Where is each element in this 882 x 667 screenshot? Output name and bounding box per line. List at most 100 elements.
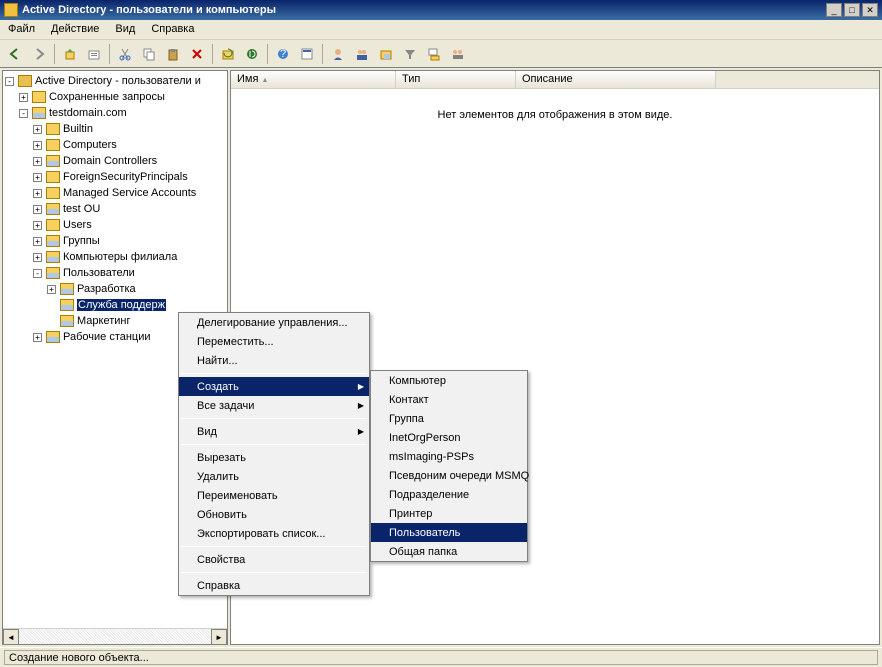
tree-expander[interactable]: + — [47, 285, 56, 294]
folder-icon — [60, 315, 74, 327]
toolbar-group-button[interactable] — [351, 43, 373, 65]
menu-item[interactable]: msImaging-PSPs — [371, 447, 527, 466]
toolbar-delete-button[interactable] — [186, 43, 208, 65]
menu-item[interactable]: Все задачи▶ — [179, 396, 369, 415]
menu-view[interactable]: Вид — [107, 20, 143, 39]
tree-expander[interactable]: + — [33, 221, 42, 230]
toolbar-copy-button[interactable] — [138, 43, 160, 65]
tree-item[interactable]: +test OU — [5, 201, 225, 217]
toolbar-refresh-button[interactable] — [217, 43, 239, 65]
menu-item[interactable]: Создать▶ — [179, 377, 369, 396]
menu-item[interactable]: Компьютер — [371, 371, 527, 390]
menu-item[interactable]: Псевдоним очереди MSMQ — [371, 466, 527, 485]
column-header[interactable]: Тип — [396, 71, 516, 88]
tree-item[interactable]: +Компьютеры филиала — [5, 249, 225, 265]
column-header[interactable]: Имя ▲ — [231, 71, 396, 88]
tree-item-label: Domain Controllers — [63, 155, 157, 167]
toolbar-ou-button[interactable] — [375, 43, 397, 65]
menu-item[interactable]: InetOrgPerson — [371, 428, 527, 447]
menu-file[interactable]: Файл — [0, 20, 43, 39]
toolbar-more-button[interactable] — [447, 43, 469, 65]
statusbar: Создание нового объекта... — [0, 647, 882, 667]
toolbar-props-button[interactable] — [296, 43, 318, 65]
tree-item[interactable]: - testdomain.com — [5, 105, 225, 121]
tree-expander[interactable]: + — [33, 157, 42, 166]
toolbar-back-button[interactable] — [4, 43, 26, 65]
close-button[interactable]: ✕ — [862, 3, 878, 17]
folder-icon — [60, 283, 74, 295]
menu-item[interactable]: Пользователь — [371, 523, 527, 542]
minimize-button[interactable]: _ — [826, 3, 842, 17]
tree-item[interactable]: + Группы — [5, 233, 225, 249]
tree-expander[interactable]: - — [33, 269, 42, 278]
tree-item[interactable]: + Builtin — [5, 121, 225, 137]
tree-expander[interactable]: + — [33, 205, 42, 214]
tree-expander[interactable]: + — [33, 333, 42, 342]
menu-item[interactable]: Справка — [179, 576, 369, 595]
menu-item[interactable]: Переименовать — [179, 486, 369, 505]
tree-item-label: Разработка — [77, 283, 136, 295]
tree-hscroll[interactable]: ◄ ► — [3, 628, 227, 644]
toolbar-user-button[interactable] — [327, 43, 349, 65]
menu-item[interactable]: Контакт — [371, 390, 527, 409]
menu-item[interactable]: Делегирование управления... — [179, 313, 369, 332]
menu-item[interactable]: Вырезать — [179, 448, 369, 467]
toolbar-filter-button[interactable] — [399, 43, 421, 65]
tree-item[interactable]: + Сохраненные запросы — [5, 89, 225, 105]
menu-item[interactable]: Общая папка — [371, 542, 527, 561]
tree-expander[interactable]: + — [33, 141, 42, 150]
toolbar-open-button[interactable] — [83, 43, 105, 65]
tree-expander[interactable]: - — [19, 109, 28, 118]
tree-expander[interactable]: + — [33, 125, 42, 134]
tree-item[interactable]: + Users — [5, 217, 225, 233]
tree-item-label: testdomain.com — [49, 107, 127, 119]
folder-icon — [46, 187, 60, 199]
tree-expander[interactable]: + — [33, 253, 42, 262]
tree-item[interactable]: +Computers — [5, 137, 225, 153]
tree-item[interactable]: + Domain Controllers — [5, 153, 225, 169]
menu-action[interactable]: Действие — [43, 20, 107, 39]
menu-item[interactable]: Переместить... — [179, 332, 369, 351]
tree-item-label: Active Directory - пользователи и — [35, 75, 201, 87]
toolbar-forward-button[interactable] — [28, 43, 50, 65]
column-header[interactable]: Описание — [516, 71, 716, 88]
tree-item[interactable]: Служба поддерж — [5, 297, 225, 313]
toolbar-paste-button[interactable] — [162, 43, 184, 65]
toolbar: ? — [0, 40, 882, 68]
menu-help[interactable]: Справка — [143, 20, 202, 39]
menu-item[interactable]: Свойства — [179, 550, 369, 569]
maximize-button[interactable]: □ — [844, 3, 860, 17]
menu-item[interactable]: Удалить — [179, 467, 369, 486]
menu-item[interactable]: Найти... — [179, 351, 369, 370]
tree-item-label: Рабочие станции — [63, 331, 151, 343]
tree-expander[interactable]: - — [5, 77, 14, 86]
tree-item[interactable]: + Managed Service Accounts — [5, 185, 225, 201]
tree-expander[interactable]: + — [33, 173, 42, 182]
tree-item-label: Users — [63, 219, 92, 231]
toolbar-help-button[interactable]: ? — [272, 43, 294, 65]
toolbar-stop-button[interactable] — [241, 43, 263, 65]
menu-item[interactable]: Подразделение — [371, 485, 527, 504]
tree-item[interactable]: +ForeignSecurityPrincipals — [5, 169, 225, 185]
tree-item-label: Сохраненные запросы — [49, 91, 165, 103]
tree-item[interactable]: - Active Directory - пользователи и — [5, 73, 225, 89]
tree-item[interactable]: -Пользователи — [5, 265, 225, 281]
list-header: Имя ▲ТипОписание — [231, 71, 879, 89]
menu-item[interactable]: Экспортировать список... — [179, 524, 369, 543]
tree-expander[interactable]: + — [33, 237, 42, 246]
tree-expander[interactable]: + — [19, 93, 28, 102]
tree-expander[interactable]: + — [33, 189, 42, 198]
menu-item[interactable]: Обновить — [179, 505, 369, 524]
scroll-right-button[interactable]: ► — [211, 629, 227, 645]
toolbar-find-button[interactable] — [423, 43, 445, 65]
menu-item[interactable]: Группа — [371, 409, 527, 428]
tree-item-label: Managed Service Accounts — [63, 187, 196, 199]
menu-item[interactable]: Вид▶ — [179, 422, 369, 441]
toolbar-up-button[interactable] — [59, 43, 81, 65]
tree-item[interactable]: + Разработка — [5, 281, 225, 297]
tree-item-label: Группы — [63, 235, 100, 247]
scroll-left-button[interactable]: ◄ — [3, 629, 19, 645]
menu-item[interactable]: Принтер — [371, 504, 527, 523]
toolbar-cut-button[interactable] — [114, 43, 136, 65]
tree-item-label: Builtin — [63, 123, 93, 135]
